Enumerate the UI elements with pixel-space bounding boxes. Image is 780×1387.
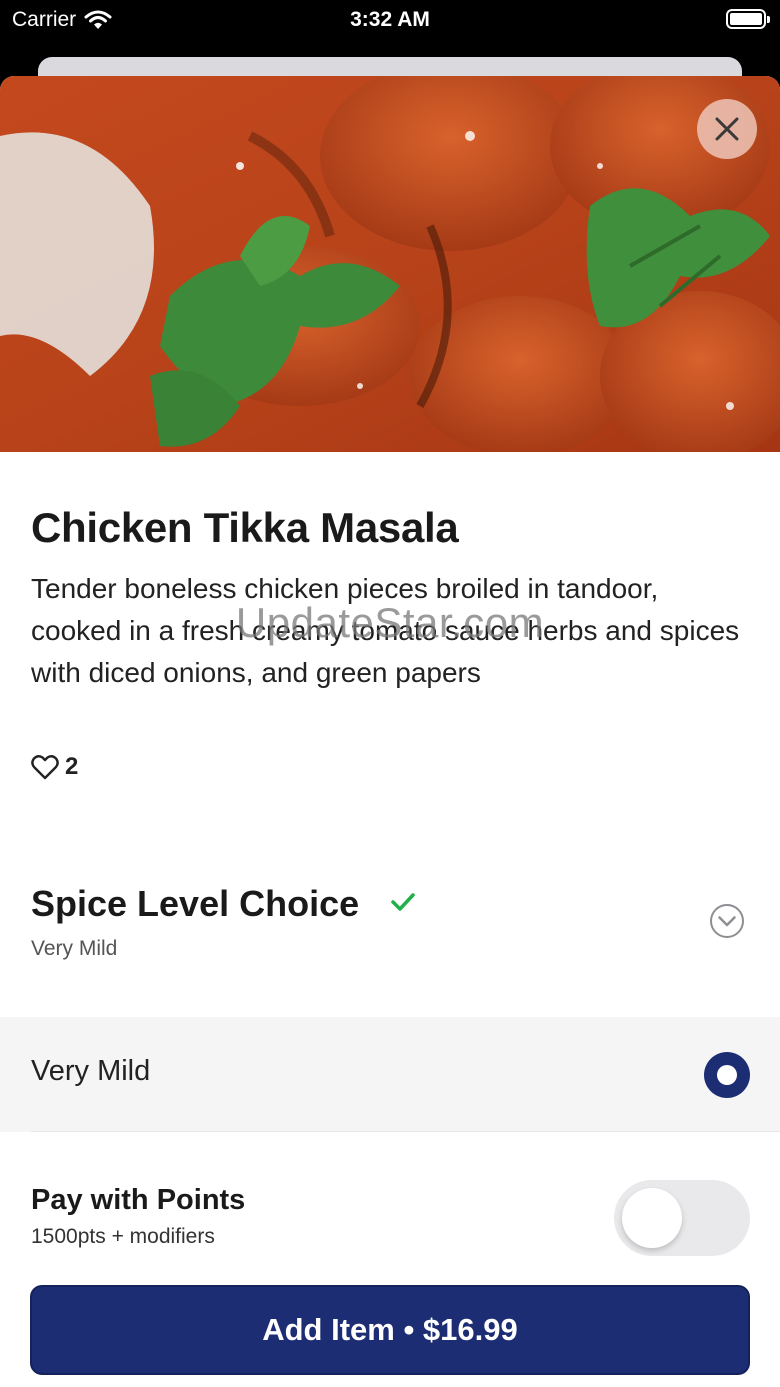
pay-with-points-title: Pay with Points [31, 1184, 246, 1216]
chevron-down-icon[interactable] [709, 903, 745, 939]
close-icon [715, 117, 739, 141]
heart-icon [31, 755, 59, 780]
status-bar: Carrier 3:32 AM [0, 0, 780, 40]
like-count: 2 [65, 753, 79, 780]
option-very-mild[interactable]: Very Mild [0, 1017, 780, 1132]
divider [31, 1131, 780, 1132]
watermark: UpdateStar.com [235, 599, 545, 646]
modifier-selected-value: Very Mild [31, 937, 118, 960]
radio-selected[interactable] [704, 1052, 750, 1098]
status-time: 3:32 AM [350, 8, 430, 31]
like-button[interactable]: 2 [31, 753, 78, 781]
close-button[interactable] [697, 99, 757, 159]
pay-with-points-subtitle: 1500pts + modifiers [31, 1225, 215, 1248]
battery-icon [726, 9, 770, 29]
item-detail-sheet: Chicken Tikka Masala Tender boneless chi… [0, 76, 780, 1387]
item-photo [0, 76, 780, 452]
modifier-title: Spice Level Choice [31, 883, 360, 924]
check-icon [391, 893, 415, 911]
pay-with-points-toggle[interactable] [614, 1180, 750, 1256]
footer: Pay with Points 1500pts + modifiers Add … [0, 1149, 780, 1387]
item-title: Chicken Tikka Masala [31, 504, 459, 551]
add-item-button[interactable]: Add Item • $16.99 [30, 1285, 750, 1375]
option-label: Very Mild [31, 1055, 151, 1087]
spice-level-header[interactable]: Spice Level Choice Very Mild [0, 871, 780, 981]
